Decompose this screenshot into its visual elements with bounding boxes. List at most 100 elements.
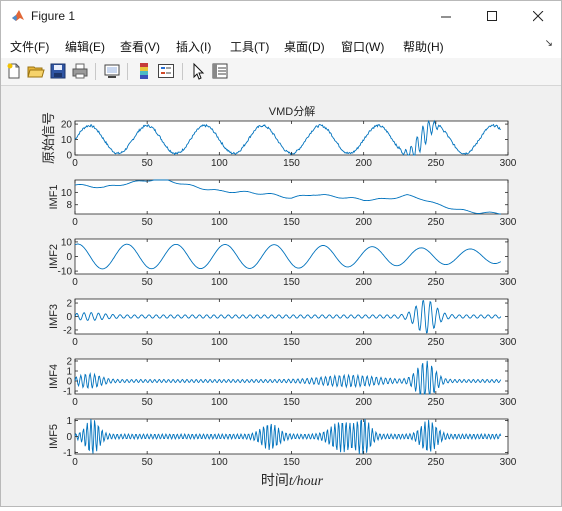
close-button[interactable]	[515, 1, 561, 32]
x-tick-label: 150	[283, 277, 300, 288]
property-inspector-icon[interactable]	[211, 62, 229, 80]
y-tick-label: 0	[66, 252, 72, 263]
x-tick-label: 150	[283, 397, 300, 408]
x-tick-label: 200	[355, 457, 372, 468]
vmd-subplots: VMD分解 时间t/hour 0 50 100 150 200 250 30001020原始…	[41, 104, 517, 489]
x-tick-label: 150	[283, 337, 300, 348]
subplot-4: 0 50 100 150 200 250 300-202IMF3	[48, 299, 517, 348]
axes-box	[74, 120, 509, 156]
x-tick-label: 300	[500, 158, 517, 169]
y-axis-label: IMF2	[48, 244, 60, 269]
y-tick-label: 0	[66, 151, 72, 162]
y-tick-label: 10	[61, 188, 73, 199]
open-file-icon[interactable]	[27, 62, 45, 80]
menu-desktop[interactable]: 桌面(D)	[284, 38, 325, 55]
x-tick-label: 300	[500, 277, 517, 288]
x-tick-label: 100	[211, 457, 228, 468]
y-tick-label: 1	[66, 416, 72, 427]
menu-file[interactable]: 文件(F)	[10, 38, 49, 55]
x-tick-label: 50	[142, 217, 154, 228]
y-tick-label: -1	[63, 448, 72, 459]
y-axis-label: IMF1	[48, 184, 60, 209]
x-tick-label: 250	[427, 217, 444, 228]
pointer-icon[interactable]	[189, 62, 207, 80]
y-tick-label: -2	[63, 325, 72, 336]
axes-box	[74, 358, 509, 395]
y-tick-label: 8	[66, 200, 72, 211]
menu-window[interactable]: 窗口(W)	[341, 38, 384, 55]
x-tick-label: 250	[427, 277, 444, 288]
y-tick-label: 20	[61, 120, 73, 131]
new-figure-icon[interactable]	[5, 62, 23, 80]
y-axis-label: IMF4	[48, 364, 60, 389]
x-tick-label: 50	[142, 457, 154, 468]
x-tick-label: 300	[500, 457, 517, 468]
x-tick-label: 250	[427, 457, 444, 468]
maximize-icon	[486, 11, 497, 21]
y-axis-label: 原始信号	[41, 112, 56, 164]
minimize-button[interactable]	[423, 1, 469, 32]
insert-colorbar-icon[interactable]	[135, 62, 153, 80]
toolbar-separator	[95, 63, 96, 80]
x-tick-label: 0	[72, 277, 78, 288]
print-icon[interactable]	[71, 62, 89, 80]
subplot-1: 0 50 100 150 200 250 300 0 10 20 原始信号	[41, 112, 517, 169]
x-tick-label: 100	[211, 277, 228, 288]
y-tick-label: 10	[61, 237, 73, 248]
maximize-button[interactable]	[469, 1, 515, 32]
x-tick-label: 0	[72, 337, 78, 348]
figure-window: Figure 1 文件(F) 编辑(E) 查看(V) 插入(I) 工具(T) 桌…	[0, 0, 562, 507]
y-axis-label: IMF3	[48, 304, 60, 329]
y-tick-label: -1	[63, 387, 72, 398]
x-tick-label: 300	[500, 337, 517, 348]
minimize-icon	[440, 16, 451, 18]
menu-overflow-icon[interactable]: ↘	[545, 38, 553, 49]
figure-toolbar	[1, 58, 561, 86]
y-tick-label: 0	[66, 377, 72, 388]
y-tick-label: 0	[66, 432, 72, 443]
toolbar-separator	[127, 63, 128, 80]
subplot-6: 0 50 100 150 200 250 300-101IMF5	[48, 416, 517, 468]
y-tick-label: 2	[66, 357, 72, 368]
x-tick-label: 200	[355, 337, 372, 348]
insert-legend-icon[interactable]	[157, 62, 175, 80]
window-title: Figure 1	[31, 9, 76, 23]
y-tick-label: 2	[66, 299, 72, 310]
menu-help[interactable]: 帮助(H)	[403, 38, 444, 55]
menu-bar: 文件(F) 编辑(E) 查看(V) 插入(I) 工具(T) 桌面(D) 窗口(W…	[1, 32, 561, 58]
figure-title: VMD分解	[269, 104, 315, 118]
x-tick-label: 0	[72, 158, 78, 169]
x-tick-label: 50	[142, 337, 154, 348]
x-tick-label: 300	[500, 397, 517, 408]
x-tick-label: 250	[427, 337, 444, 348]
close-icon	[532, 11, 543, 22]
menu-edit[interactable]: 编辑(E)	[65, 38, 105, 55]
subplot-5: 0 50 100 150 200 250 300-1012IMF4	[48, 357, 517, 409]
menu-insert[interactable]: 插入(I)	[176, 38, 211, 55]
x-tick-label: 100	[211, 158, 228, 169]
y-axis-label: IMF5	[48, 424, 60, 449]
x-tick-label: 200	[355, 158, 372, 169]
axes-box	[74, 179, 509, 215]
x-tick-label: 200	[355, 217, 372, 228]
x-tick-label: 0	[72, 217, 78, 228]
x-tick-label: 150	[283, 158, 300, 169]
x-tick-label: 300	[500, 217, 517, 228]
x-tick-label: 250	[427, 158, 444, 169]
x-tick-label: 250	[427, 397, 444, 408]
menu-tools[interactable]: 工具(T)	[230, 38, 269, 55]
x-tick-label: 150	[283, 457, 300, 468]
subplot-3: 0 50 100 150 200 250 300-10010IMF2	[48, 237, 517, 288]
link-plot-icon[interactable]	[103, 62, 121, 80]
x-tick-label: 200	[355, 397, 372, 408]
x-tick-label: 0	[72, 397, 78, 408]
menu-view[interactable]: 查看(V)	[120, 38, 160, 55]
save-icon[interactable]	[49, 62, 67, 80]
toolbar-separator	[182, 63, 183, 80]
x-tick-label: 100	[211, 217, 228, 228]
x-tick-label: 200	[355, 277, 372, 288]
subplot-2: 0 50 100 150 200 250 300 810IMF1	[48, 179, 517, 228]
y-tick-label: 1	[66, 367, 72, 378]
x-tick-label: 50	[142, 158, 154, 169]
figure-canvas[interactable]: VMD分解 时间t/hour 0 50 100 150 200 250 300 0 10 20 原始…	[1, 86, 561, 506]
